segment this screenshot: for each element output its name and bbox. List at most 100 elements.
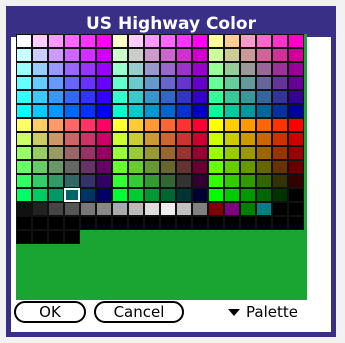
color-swatch[interactable]	[144, 48, 160, 62]
color-swatch[interactable]	[272, 216, 288, 230]
color-swatch[interactable]	[64, 132, 80, 146]
color-swatch[interactable]	[288, 104, 304, 118]
color-swatch[interactable]	[32, 188, 48, 202]
color-swatch[interactable]	[224, 48, 240, 62]
color-swatch[interactable]	[224, 202, 240, 216]
color-swatch[interactable]	[32, 216, 48, 230]
color-swatch[interactable]	[112, 174, 128, 188]
color-swatch[interactable]	[96, 146, 112, 160]
color-swatch[interactable]	[240, 118, 256, 132]
color-swatch[interactable]	[128, 216, 144, 230]
color-swatch[interactable]	[128, 34, 144, 48]
color-swatch[interactable]	[240, 34, 256, 48]
color-swatch[interactable]	[208, 76, 224, 90]
color-swatch[interactable]	[128, 76, 144, 90]
color-swatch[interactable]	[192, 188, 208, 202]
color-swatch[interactable]	[64, 202, 80, 216]
color-swatch[interactable]	[224, 104, 240, 118]
color-swatch[interactable]	[192, 146, 208, 160]
color-swatch[interactable]	[32, 230, 48, 244]
color-swatch[interactable]	[256, 34, 272, 48]
color-swatch[interactable]	[256, 202, 272, 216]
color-swatch[interactable]	[240, 62, 256, 76]
color-swatch[interactable]	[48, 104, 64, 118]
color-swatch[interactable]	[128, 132, 144, 146]
color-swatch[interactable]	[256, 146, 272, 160]
color-swatch[interactable]	[192, 174, 208, 188]
color-swatch[interactable]	[96, 90, 112, 104]
color-swatch[interactable]	[32, 76, 48, 90]
color-swatch[interactable]	[240, 174, 256, 188]
color-swatch[interactable]	[32, 146, 48, 160]
color-swatch[interactable]	[288, 160, 304, 174]
cancel-button[interactable]: Cancel	[94, 301, 184, 323]
color-swatch[interactable]	[48, 62, 64, 76]
color-swatch[interactable]	[96, 62, 112, 76]
color-swatch[interactable]	[96, 202, 112, 216]
color-swatch[interactable]	[224, 216, 240, 230]
color-swatch[interactable]	[64, 104, 80, 118]
color-swatch[interactable]	[16, 34, 32, 48]
color-swatch[interactable]	[160, 118, 176, 132]
color-swatch[interactable]	[128, 90, 144, 104]
color-swatch[interactable]	[64, 76, 80, 90]
color-swatch[interactable]	[160, 202, 176, 216]
color-swatch[interactable]	[48, 48, 64, 62]
color-swatch[interactable]	[96, 104, 112, 118]
palette-popup-trigger[interactable]: Palette	[228, 301, 298, 323]
color-swatch[interactable]	[272, 202, 288, 216]
color-swatch[interactable]	[224, 160, 240, 174]
color-swatch[interactable]	[112, 76, 128, 90]
color-swatch[interactable]	[112, 146, 128, 160]
color-swatch[interactable]	[288, 216, 304, 230]
color-swatch[interactable]	[32, 132, 48, 146]
color-swatch[interactable]	[144, 104, 160, 118]
color-swatch[interactable]	[160, 34, 176, 48]
color-swatch[interactable]	[176, 216, 192, 230]
color-swatch[interactable]	[32, 104, 48, 118]
ok-button[interactable]: OK	[14, 301, 86, 323]
color-swatch[interactable]	[256, 104, 272, 118]
color-swatch[interactable]	[176, 146, 192, 160]
color-swatch[interactable]	[112, 34, 128, 48]
color-swatch[interactable]	[256, 160, 272, 174]
color-swatch[interactable]	[240, 76, 256, 90]
color-swatch[interactable]	[224, 34, 240, 48]
color-swatch[interactable]	[192, 132, 208, 146]
color-swatch[interactable]	[272, 48, 288, 62]
color-swatch[interactable]	[144, 76, 160, 90]
color-swatch[interactable]	[208, 48, 224, 62]
color-swatch[interactable]	[160, 104, 176, 118]
color-swatch[interactable]	[288, 174, 304, 188]
color-swatch[interactable]	[80, 76, 96, 90]
color-swatch[interactable]	[160, 160, 176, 174]
color-swatch[interactable]	[48, 146, 64, 160]
color-swatch[interactable]	[176, 34, 192, 48]
color-swatch[interactable]	[208, 118, 224, 132]
color-swatch[interactable]	[240, 146, 256, 160]
color-swatch[interactable]	[272, 34, 288, 48]
color-swatch[interactable]	[96, 76, 112, 90]
color-swatch[interactable]	[64, 160, 80, 174]
color-swatch[interactable]	[240, 188, 256, 202]
color-swatch[interactable]	[256, 90, 272, 104]
color-swatch[interactable]	[272, 104, 288, 118]
color-swatch[interactable]	[80, 146, 96, 160]
color-swatch[interactable]	[160, 62, 176, 76]
color-swatch[interactable]	[96, 216, 112, 230]
color-swatch[interactable]	[224, 118, 240, 132]
color-swatch[interactable]	[48, 174, 64, 188]
color-swatch[interactable]	[96, 118, 112, 132]
color-swatch[interactable]	[16, 132, 32, 146]
color-swatch[interactable]	[96, 160, 112, 174]
color-swatch[interactable]	[48, 202, 64, 216]
color-swatch[interactable]	[128, 160, 144, 174]
color-swatch[interactable]	[80, 62, 96, 76]
color-swatch[interactable]	[288, 188, 304, 202]
color-swatch[interactable]	[64, 34, 80, 48]
color-swatch[interactable]	[64, 188, 80, 202]
color-swatch[interactable]	[240, 90, 256, 104]
color-swatch[interactable]	[16, 188, 32, 202]
color-swatch[interactable]	[32, 174, 48, 188]
color-swatch[interactable]	[64, 62, 80, 76]
